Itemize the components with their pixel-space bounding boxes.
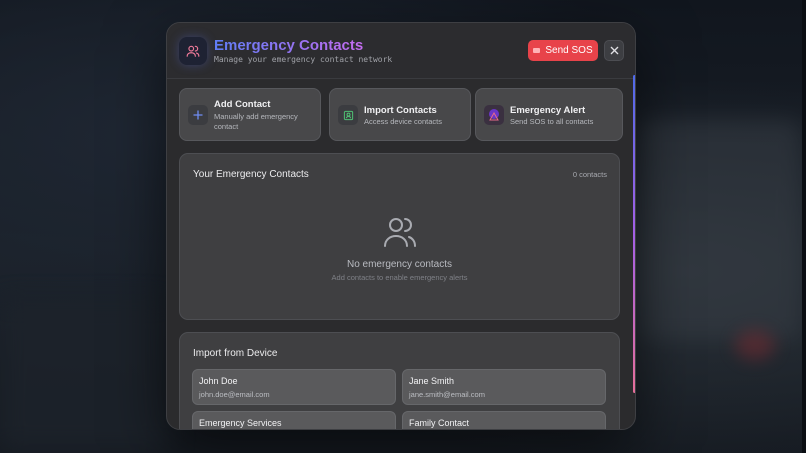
device-contact-name: Emergency Services — [199, 418, 282, 428]
emergency-alert-desc: Send SOS to all contacts — [510, 117, 594, 126]
device-contact-email: jane.smith@email.com — [409, 390, 485, 399]
import-contacts-card[interactable]: Import Contacts Access device contacts — [329, 88, 471, 141]
device-contact-name: Jane Smith — [409, 376, 455, 386]
users-icon — [179, 37, 207, 65]
device-contact-name: Family Contact — [409, 418, 470, 428]
empty-state-title: No emergency contacts — [346, 259, 453, 270]
users-icon — [384, 218, 416, 247]
background-marker — [735, 330, 775, 360]
send-sos-label: Send SOS — [545, 45, 593, 56]
modal-header: Emergency Contacts Manage your emergency… — [167, 23, 635, 79]
emergency-contacts-modal: Emergency Contacts Manage your emergency… — [166, 22, 636, 430]
close-button[interactable] — [604, 40, 624, 61]
device-contact-email: john.doe@email.com — [199, 390, 270, 399]
import-panel-title: Import from Device — [193, 348, 278, 359]
add-contact-desc-line2: contact — [214, 122, 239, 131]
import-contacts-title: Import Contacts — [364, 105, 437, 116]
import-panel: Import from Device John Doe john.doe@ema… — [179, 332, 620, 429]
device-contact-item[interactable]: John Doe john.doe@email.com — [192, 369, 396, 405]
contacts-panel: Your Emergency Contacts 0 contacts No em… — [179, 153, 620, 320]
add-contact-card[interactable]: Add Contact Manually add emergency conta… — [179, 88, 321, 141]
plus-icon — [188, 105, 208, 125]
modal-title: Emergency Contacts — [214, 37, 364, 54]
close-icon — [610, 46, 618, 55]
scrollbar[interactable] — [633, 75, 635, 393]
background-sidebar — [0, 300, 170, 450]
emergency-alert-title: Emergency Alert — [510, 105, 586, 116]
emergency-alert-card[interactable]: Emergency Alert Send SOS to all contacts — [475, 88, 623, 141]
background-panel — [640, 120, 800, 340]
device-contact-item[interactable]: Emergency Services — [192, 411, 396, 429]
window-edge — [802, 0, 806, 453]
device-contact-name: John Doe — [199, 376, 238, 386]
import-contacts-desc: Access device contacts — [364, 117, 442, 126]
add-contact-title: Add Contact — [214, 99, 271, 110]
contacts-count: 0 contacts — [572, 170, 607, 179]
add-contact-desc-line1: Manually add emergency — [214, 112, 298, 121]
device-contact-item[interactable]: Jane Smith jane.smith@email.com — [402, 369, 606, 405]
modal-subtitle: Manage your emergency contact network — [214, 55, 393, 64]
device-contact-item[interactable]: Family Contact — [402, 411, 606, 429]
send-sos-button[interactable]: Send SOS — [528, 40, 598, 61]
sos-icon — [533, 48, 541, 53]
empty-state-subtitle: Add contacts to enable emergency alerts — [331, 273, 468, 282]
contact-card-icon — [338, 105, 358, 125]
alert-icon — [484, 105, 504, 125]
contacts-panel-title: Your Emergency Contacts — [193, 169, 309, 180]
